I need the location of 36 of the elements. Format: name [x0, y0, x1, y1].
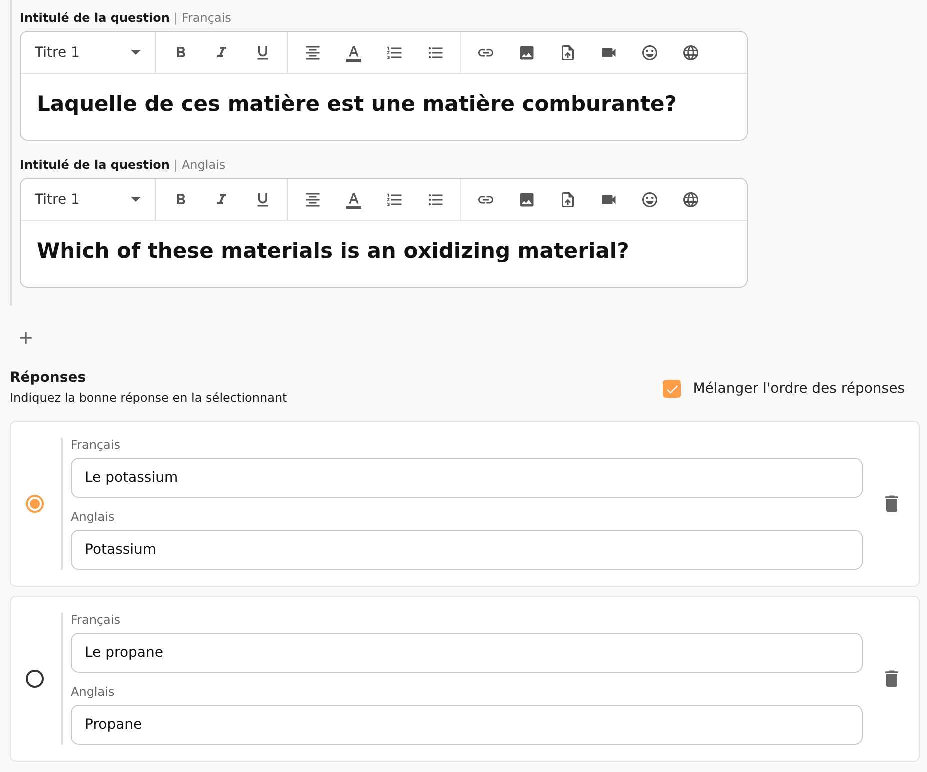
shuffle-checkbox[interactable] [663, 380, 682, 398]
question-text[interactable]: Laquelle de ces matière est une matière comburante? [21, 74, 747, 140]
field-label: Anglais [71, 685, 116, 699]
field-label: Intitulé de la question [20, 158, 170, 172]
smiley-icon[interactable] [640, 190, 658, 208]
align-center-icon[interactable] [304, 190, 322, 208]
text-color-icon[interactable] [344, 190, 362, 208]
text-color-icon[interactable] [344, 44, 362, 62]
answer-input[interactable]: Le potassium [71, 458, 863, 498]
separator: | [174, 11, 178, 25]
field-label: Français [71, 438, 122, 452]
text-style-dropdown[interactable]: Titre 1 [21, 32, 155, 73]
field-label: Anglais [71, 510, 116, 524]
language-label: Français [182, 11, 232, 25]
correct-answer-radio[interactable] [26, 495, 44, 513]
question-text[interactable]: Which of these materials is an oxidizing material? [21, 221, 747, 287]
separator: | [174, 158, 178, 172]
correct-answer-radio[interactable] [26, 670, 44, 688]
field-label: Français [71, 613, 122, 627]
checkbox-label: Mélanger l'ordre des réponses [693, 381, 905, 397]
answer-input[interactable]: Potassium [71, 530, 863, 570]
smiley-icon[interactable] [640, 44, 658, 62]
answer-input[interactable]: Le propane [71, 633, 863, 673]
image-icon[interactable] [518, 44, 536, 62]
text-style-dropdown[interactable]: Titre 1 [21, 179, 155, 220]
field-label: Intitulé de la question [20, 11, 170, 25]
language-label: Anglais [182, 158, 226, 172]
caret-icon [131, 197, 141, 202]
section-title: Réponses [10, 370, 88, 386]
align-center-icon[interactable] [304, 44, 322, 62]
globe-icon[interactable] [682, 190, 700, 208]
section-subtitle: Indiquez la bonne réponse en la sélectionnant [10, 391, 288, 405]
answer-input[interactable]: Propane [71, 705, 863, 745]
image-icon[interactable] [518, 190, 536, 208]
globe-icon[interactable] [682, 44, 700, 62]
caret-icon [131, 50, 141, 55]
